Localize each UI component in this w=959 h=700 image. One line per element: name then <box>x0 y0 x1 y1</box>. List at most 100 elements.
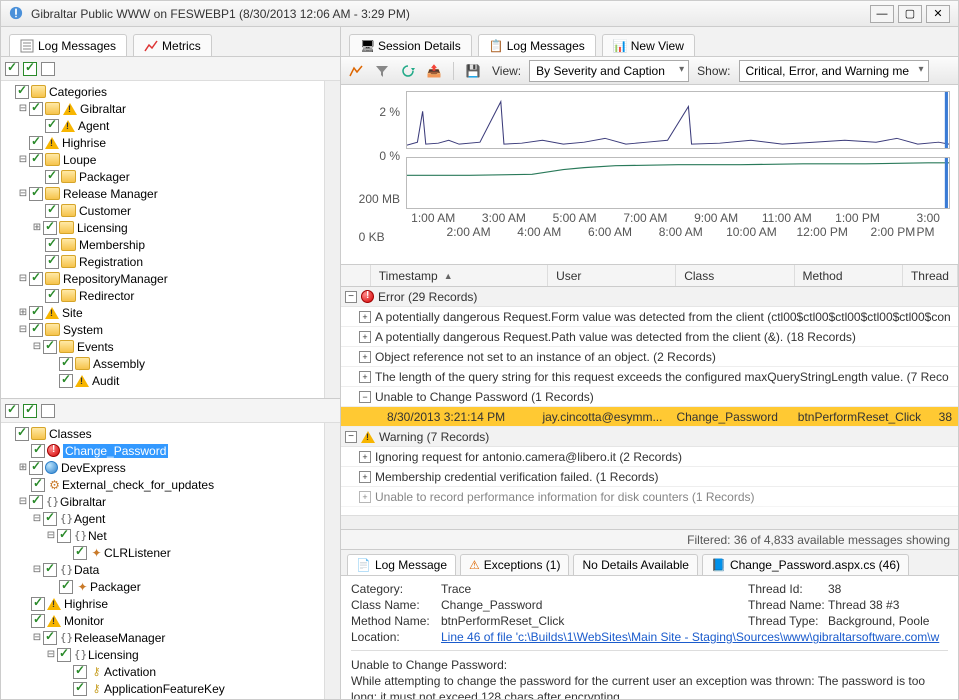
tree-node[interactable]: RepositoryManager <box>63 272 168 286</box>
log-row[interactable]: +Unable to record performance informatio… <box>341 487 958 507</box>
cpu-chart[interactable] <box>406 91 950 149</box>
tab-session-details[interactable]: 🖥Session Details <box>349 34 472 56</box>
tree-checkbox[interactable] <box>59 580 73 594</box>
chart-toggle-button[interactable] <box>345 60 367 82</box>
row-toggle[interactable]: + <box>359 331 371 343</box>
classes-tree[interactable]: Classes Change_Password ⊞DevExpress ⚙Ext… <box>1 423 324 699</box>
expand-toggle[interactable]: ⊞ <box>31 222 43 233</box>
view-combo[interactable]: By Severity and Caption <box>529 60 689 82</box>
tree-node[interactable]: ReleaseManager <box>74 631 165 645</box>
tree-checkbox[interactable] <box>45 238 59 252</box>
tree-node[interactable]: Agent <box>78 119 109 133</box>
tree-node[interactable]: Gibraltar <box>60 495 106 509</box>
tree-checkbox[interactable] <box>43 221 57 235</box>
expand-toggle[interactable]: ⊟ <box>17 154 29 165</box>
tree-checkbox[interactable] <box>43 631 57 645</box>
tree-node[interactable]: Site <box>62 306 83 320</box>
col-timestamp[interactable]: Timestamp▲ <box>371 265 548 286</box>
tree-checkbox[interactable] <box>15 427 29 441</box>
scrollbar[interactable] <box>324 81 340 398</box>
minimize-button[interactable]: — <box>870 5 894 23</box>
tree-node[interactable]: Customer <box>79 204 131 218</box>
tree-checkbox[interactable] <box>43 563 57 577</box>
log-row[interactable]: +Object reference not set to an instance… <box>341 347 958 367</box>
col-user[interactable]: User <box>548 265 676 286</box>
row-toggle[interactable]: + <box>359 451 371 463</box>
tree-checkbox[interactable] <box>45 204 59 218</box>
group-error[interactable]: − Error (29 Records) <box>341 287 958 307</box>
tree-checkbox[interactable] <box>29 306 43 320</box>
tree-checkbox[interactable] <box>29 187 43 201</box>
row-toggle[interactable]: + <box>359 371 371 383</box>
tristate-check[interactable] <box>5 62 19 76</box>
tab-metrics[interactable]: Metrics <box>133 34 212 56</box>
tree-node[interactable]: Packager <box>79 170 130 184</box>
tree-checkbox[interactable] <box>31 597 45 611</box>
tree-node[interactable]: DevExpress <box>61 461 126 475</box>
tree-checkbox[interactable] <box>29 136 43 150</box>
row-toggle[interactable]: + <box>359 471 371 483</box>
tree-checkbox[interactable] <box>43 512 57 526</box>
expand-toggle[interactable]: ⊟ <box>45 649 57 660</box>
log-list[interactable]: − Error (29 Records) +A potentially dang… <box>341 287 958 515</box>
tree-node[interactable]: Licensing <box>77 221 128 235</box>
show-combo[interactable]: Critical, Error, and Warning me <box>739 60 929 82</box>
tree-checkbox[interactable] <box>29 153 43 167</box>
tree-checkbox[interactable] <box>29 102 43 116</box>
tree-checkbox[interactable] <box>43 340 57 354</box>
log-row[interactable]: +The length of the query string for this… <box>341 367 958 387</box>
group-toggle[interactable]: − <box>345 431 357 443</box>
tree-checkbox[interactable] <box>15 85 29 99</box>
dtab-log-message[interactable]: 📄Log Message <box>347 554 456 575</box>
tree-node[interactable]: System <box>63 323 103 337</box>
tree-node[interactable]: Agent <box>74 512 105 526</box>
tab-log-messages[interactable]: Log Messages <box>9 34 127 56</box>
tree-node[interactable]: Classes <box>49 427 92 441</box>
tab-new-view[interactable]: 📊New View <box>602 34 695 56</box>
tristate-check[interactable] <box>5 404 19 418</box>
tree-node[interactable]: Net <box>88 529 107 543</box>
expand-toggle[interactable]: ⊟ <box>31 341 43 352</box>
close-button[interactable]: ✕ <box>926 5 950 23</box>
tree-checkbox[interactable] <box>59 374 73 388</box>
col-class[interactable]: Class <box>676 265 794 286</box>
tree-checkbox[interactable] <box>57 529 71 543</box>
log-row[interactable]: +Ignoring request for antonio.camera@lib… <box>341 447 958 467</box>
tree-node[interactable]: Registration <box>79 255 143 269</box>
log-row[interactable]: +Membership credential verification fail… <box>341 467 958 487</box>
tree-node[interactable]: Data <box>74 563 99 577</box>
tree-node[interactable]: Redirector <box>79 289 134 303</box>
dtab-no-details[interactable]: No Details Available <box>573 554 698 575</box>
tree-checkbox[interactable] <box>45 255 59 269</box>
row-toggle[interactable]: + <box>359 311 371 323</box>
tree-node[interactable]: Release Manager <box>63 187 158 201</box>
tree-node[interactable]: Membership <box>79 238 145 252</box>
tree-checkbox[interactable] <box>45 170 59 184</box>
expand-toggle[interactable]: ⊟ <box>31 564 43 575</box>
expand-toggle[interactable]: ⊞ <box>17 307 29 318</box>
group-toggle[interactable]: − <box>345 291 357 303</box>
tree-node[interactable]: Gibraltar <box>80 102 126 116</box>
expand-toggle[interactable]: ⊞ <box>17 462 29 473</box>
location-link[interactable]: Line 46 of file 'c:\Builds\1\WebSites\Ma… <box>441 630 939 644</box>
export-button[interactable]: 📤 <box>423 60 445 82</box>
dtab-source[interactable]: 📘Change_Password.aspx.cs (46) <box>702 554 909 575</box>
tree-checkbox[interactable] <box>45 119 59 133</box>
expand-toggle[interactable]: ⊟ <box>31 632 43 643</box>
log-row[interactable]: −Unable to Change Password (1 Records) <box>341 387 958 407</box>
tree-node[interactable]: Loupe <box>63 153 96 167</box>
tree-node[interactable]: Highrise <box>62 136 106 150</box>
tree-checkbox[interactable] <box>73 546 87 560</box>
log-row[interactable]: +A potentially dangerous Request.Path va… <box>341 327 958 347</box>
memory-chart[interactable] <box>406 157 950 209</box>
row-toggle[interactable]: + <box>359 351 371 363</box>
col-thread[interactable]: Thread <box>903 265 958 286</box>
tree-node[interactable]: Highrise <box>64 597 108 611</box>
uncheck-all[interactable] <box>41 404 55 418</box>
tree-node[interactable]: Events <box>77 340 114 354</box>
tab-log-messages-right[interactable]: 📋Log Messages <box>478 34 596 56</box>
tree-checkbox[interactable] <box>59 357 73 371</box>
tree-node-selected[interactable]: Change_Password <box>63 444 168 458</box>
tree-checkbox[interactable] <box>29 461 43 475</box>
tree-checkbox[interactable] <box>57 648 71 662</box>
